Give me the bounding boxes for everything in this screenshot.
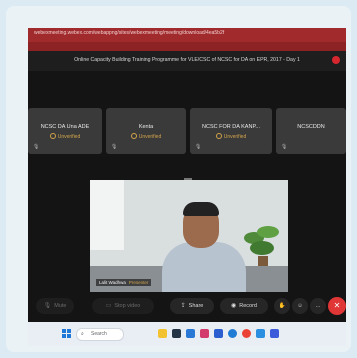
participant-tile[interactable]: NCSC FOR DA KANP... Unverified 🎙 <box>190 108 272 154</box>
browser-url[interactable]: webexmeeting.webex.com/webappng/sites/we… <box>34 30 224 36</box>
more-options-button[interactable]: ... <box>310 298 326 314</box>
pinned-app-icon[interactable] <box>172 329 181 338</box>
emoji-button[interactable]: ☺ <box>292 298 308 314</box>
more-label: ... <box>315 303 321 309</box>
taskbar-search[interactable]: ⌕ Search <box>76 328 124 341</box>
share-button[interactable]: ⇪ Share <box>170 298 214 314</box>
participant-name: NCSC FOR DA KANP... <box>202 124 260 130</box>
participant-name: NCSC DA Una ADE <box>40 124 90 130</box>
participant-name: Kenta <box>138 124 154 130</box>
participant-tiles: NCSC DA Una ADE Unverified 🎙 Kenta Unver… <box>28 108 346 156</box>
pinned-app-icon[interactable] <box>270 329 279 338</box>
mic-muted-icon: 🎙 <box>195 144 202 150</box>
plant-illustration <box>244 226 279 270</box>
recording-indicator-icon <box>332 56 340 64</box>
mic-muted-icon: 🎙 <box>111 144 118 150</box>
pinned-app-icon[interactable] <box>186 329 195 338</box>
mute-button[interactable]: 🎙 Mute <box>36 298 74 314</box>
participant-status: Unverified <box>190 133 272 140</box>
stop-video-button[interactable]: ▭ Stop video <box>92 298 154 314</box>
speaker-name: Lalit Wadhwa <box>99 280 126 285</box>
meeting-title-bar: Online Capacity Building Training Progra… <box>28 51 346 71</box>
end-meeting-button[interactable]: ✕ <box>328 297 346 315</box>
speaker-role: Presenter <box>128 280 149 285</box>
smile-icon: ☺ <box>297 303 303 309</box>
reactions-button[interactable]: ✋ <box>274 298 290 314</box>
speaker-hair <box>183 202 219 216</box>
meeting-title: Online Capacity Building Training Progra… <box>74 57 300 63</box>
participant-tile[interactable]: NCSC DA Una ADE Unverified 🎙 <box>28 108 102 154</box>
participant-name: NCSCDDN <box>297 124 325 130</box>
participant-tile[interactable]: NCSCDDN 🎙 <box>276 108 346 154</box>
unverified-icon <box>49 133 56 139</box>
pinned-app-icon[interactable] <box>158 329 167 338</box>
speaker-body <box>162 242 246 292</box>
pinned-app-icon[interactable] <box>214 329 223 338</box>
active-speaker-video[interactable]: Lalit Wadhwa Presenter <box>90 180 288 292</box>
search-placeholder: Search <box>91 331 107 337</box>
end-meeting-icon: ✕ <box>333 301 341 310</box>
unverified-icon <box>130 133 137 139</box>
browser-tab-strip <box>28 42 346 51</box>
participant-status: Unverified <box>28 133 102 140</box>
edge-browser-icon[interactable] <box>228 329 237 338</box>
pinned-app-icon[interactable] <box>200 329 209 338</box>
stop-video-label: Stop video <box>114 303 141 309</box>
share-label: Share <box>188 303 204 309</box>
video-window-light <box>90 180 124 250</box>
browser-address-bar[interactable]: webexmeeting.webex.com/webappng/sites/we… <box>28 28 346 42</box>
meeting-controls: 🎙 Mute ▭ Stop video ⇪ Share ◉ Record ✋ ☺ ...… <box>28 296 346 318</box>
hand-icon: ✋ <box>278 303 286 309</box>
record-label: Record <box>239 303 257 309</box>
windows-taskbar: ⌕ Search <box>28 322 346 346</box>
record-icon: ◉ <box>231 303 237 309</box>
windows-start-icon[interactable] <box>62 329 71 338</box>
microphone-icon: 🎙 <box>43 303 52 309</box>
share-icon: ⇪ <box>180 303 186 309</box>
unverified-icon <box>215 133 222 139</box>
speaker-nameplate: Lalit Wadhwa Presenter <box>96 279 152 286</box>
mute-label: Mute <box>54 303 67 309</box>
participant-status: Unverified <box>106 133 186 140</box>
mic-muted-icon: 🎙 <box>281 144 288 150</box>
pinned-app-icon[interactable] <box>256 329 265 338</box>
record-button[interactable]: ◉ Record <box>220 298 268 314</box>
camera-icon: ▭ <box>105 303 112 309</box>
mic-muted-icon: 🎙 <box>33 144 40 150</box>
screenshot-frame: webexmeeting.webex.com/webappng/sites/we… <box>6 6 351 352</box>
participant-tile[interactable]: Kenta Unverified 🎙 <box>106 108 186 154</box>
search-icon: ⌕ <box>81 331 84 337</box>
monitor-screen: webexmeeting.webex.com/webappng/sites/we… <box>28 28 346 346</box>
chrome-browser-icon[interactable] <box>242 329 251 338</box>
